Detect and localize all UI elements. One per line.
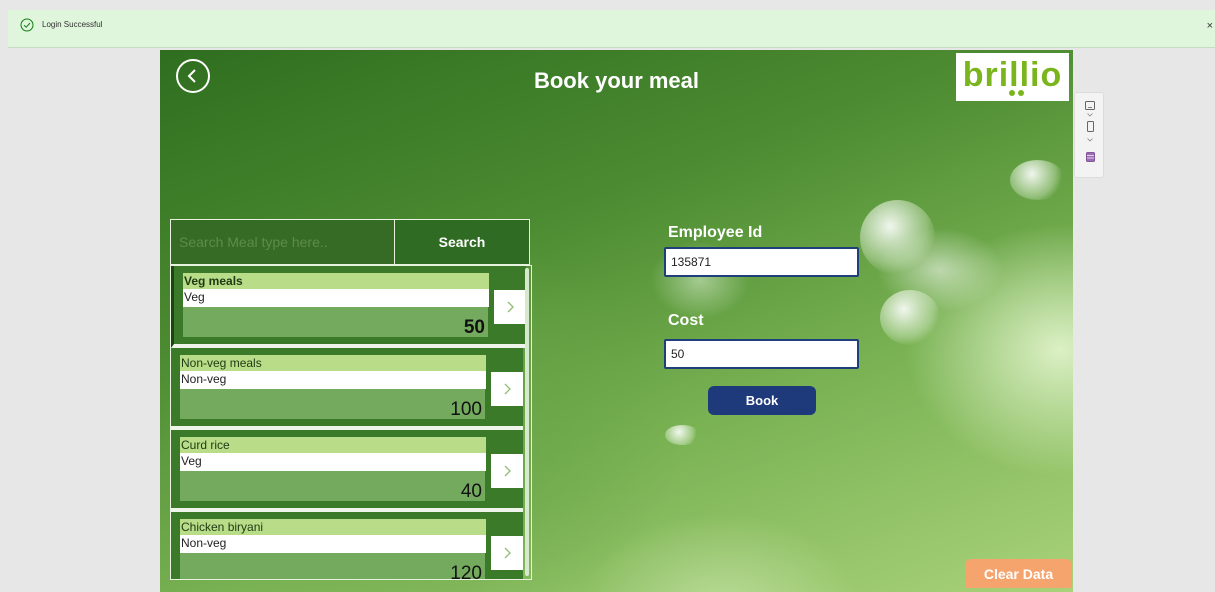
chevron-right-icon bbox=[504, 465, 511, 477]
cost-label: Cost bbox=[668, 312, 704, 329]
meal-name: Veg meals bbox=[183, 273, 489, 289]
meal-card[interactable]: Veg meals Veg 50 bbox=[171, 266, 526, 348]
select-meal-button[interactable] bbox=[494, 290, 526, 324]
notification-message: Login Successful bbox=[42, 20, 103, 29]
meal-price: 100 bbox=[450, 399, 482, 420]
meal-card[interactable]: Non-veg meals Non-veg 100 bbox=[171, 348, 523, 430]
meal-type: Non-veg bbox=[180, 371, 486, 389]
search-button[interactable]: Search bbox=[394, 220, 529, 264]
clear-data-button[interactable]: Clear Data bbox=[965, 559, 1072, 588]
decorative-droplet bbox=[860, 200, 935, 275]
phone-layout-icon[interactable] bbox=[1084, 121, 1096, 132]
meal-price: 50 bbox=[463, 317, 485, 338]
meal-type: Veg bbox=[183, 289, 489, 307]
decorative-droplet bbox=[665, 425, 700, 445]
meal-name: Curd rice bbox=[180, 437, 486, 453]
cost-field[interactable] bbox=[664, 339, 859, 369]
employee-id-field[interactable] bbox=[664, 247, 859, 277]
meal-price-area: 120 bbox=[180, 553, 485, 580]
chevron-right-icon bbox=[507, 301, 514, 313]
app-canvas: Book your meal brillio Search Veg meals … bbox=[160, 50, 1073, 592]
data-table-icon[interactable] bbox=[1084, 152, 1096, 162]
chevron-right-icon bbox=[504, 547, 511, 559]
meal-name: Chicken biryani bbox=[180, 519, 486, 535]
chevron-down-icon bbox=[1084, 113, 1096, 117]
logo-dots bbox=[1009, 90, 1024, 96]
meal-name: Non-veg meals bbox=[180, 355, 486, 371]
notification-close-icon[interactable]: × bbox=[1207, 20, 1213, 32]
meal-gallery: Veg meals Veg 50 Non-veg meals Non-veg 1… bbox=[170, 265, 532, 580]
tablet-layout-icon[interactable] bbox=[1084, 101, 1096, 110]
decorative-droplet bbox=[1010, 160, 1065, 200]
meal-price-area: 100 bbox=[180, 389, 485, 420]
book-button[interactable]: Book bbox=[708, 386, 816, 415]
select-meal-button[interactable] bbox=[491, 372, 523, 406]
search-bar: Search bbox=[170, 219, 530, 265]
select-meal-button[interactable] bbox=[491, 536, 523, 570]
select-meal-button[interactable] bbox=[491, 454, 523, 488]
chevron-down-icon bbox=[1084, 138, 1096, 142]
meal-card[interactable]: Curd rice Veg 40 bbox=[171, 430, 523, 512]
decorative-droplet bbox=[880, 290, 940, 345]
employee-id-label: Employee Id bbox=[668, 224, 763, 241]
brillio-logo: brillio bbox=[956, 53, 1069, 101]
meal-card[interactable]: Chicken biryani Non-veg 120 bbox=[171, 512, 523, 580]
meal-price: 120 bbox=[450, 563, 482, 580]
chevron-right-icon bbox=[504, 383, 511, 395]
meal-price-area: 50 bbox=[183, 307, 488, 338]
notification-bar: Login Successful × bbox=[8, 10, 1215, 48]
screen-toolbar bbox=[1074, 92, 1104, 178]
page-title: Book your meal bbox=[533, 68, 700, 93]
meal-type: Veg bbox=[180, 453, 486, 471]
gallery-scrollbar[interactable] bbox=[525, 268, 529, 576]
check-circle-icon bbox=[20, 18, 34, 31]
meal-type: Non-veg bbox=[180, 535, 486, 553]
search-input[interactable] bbox=[171, 220, 394, 264]
logo-text: brillio bbox=[962, 55, 1063, 94]
meal-price-area: 40 bbox=[180, 471, 485, 502]
meal-price: 40 bbox=[460, 481, 482, 502]
